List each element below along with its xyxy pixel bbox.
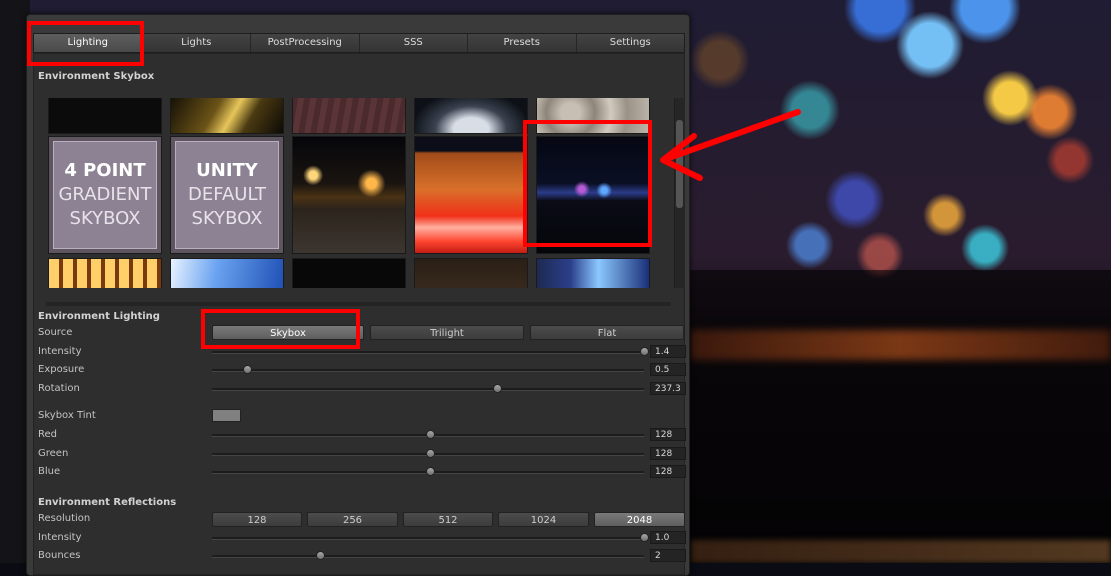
annotation-arrow-icon	[660, 109, 801, 181]
